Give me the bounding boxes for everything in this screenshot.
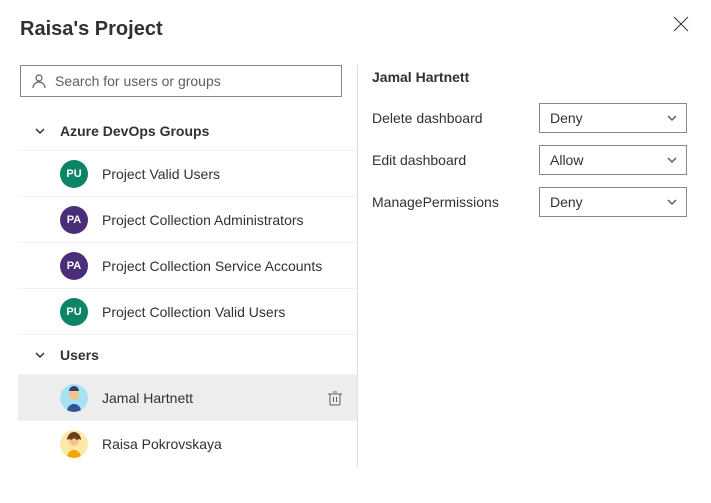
permission-select[interactable]: Allow xyxy=(539,145,687,175)
delete-user-button[interactable] xyxy=(327,390,343,406)
avatar-badge: PA xyxy=(60,252,88,280)
close-icon xyxy=(673,16,689,32)
group-row[interactable]: PA Project Collection Administrators xyxy=(18,197,357,243)
permission-value: Deny xyxy=(550,194,583,210)
avatar xyxy=(60,430,88,458)
user-row[interactable]: Raisa Pokrovskaya xyxy=(18,421,357,467)
avatar xyxy=(60,384,88,412)
chevron-down-icon xyxy=(34,125,46,137)
user-name: Raisa Pokrovskaya xyxy=(102,436,222,452)
section-users[interactable]: Users xyxy=(18,335,357,375)
person-icon xyxy=(31,73,47,89)
group-row[interactable]: PA Project Collection Service Accounts xyxy=(18,243,357,289)
avatar-badge: PU xyxy=(60,298,88,326)
user-name: Jamal Hartnett xyxy=(102,390,193,406)
detail-title: Jamal Hartnett xyxy=(372,69,687,85)
section-groups-label: Azure DevOps Groups xyxy=(60,123,209,139)
left-panel: Azure DevOps Groups PU Project Valid Use… xyxy=(18,65,358,467)
page-title: Raisa's Project xyxy=(18,18,687,41)
section-groups[interactable]: Azure DevOps Groups xyxy=(18,111,357,151)
chevron-down-icon xyxy=(34,349,46,361)
search-box[interactable] xyxy=(20,65,342,97)
avatar-badge: PA xyxy=(60,206,88,234)
trash-icon xyxy=(327,390,343,406)
group-row[interactable]: PU Project Collection Valid Users xyxy=(18,289,357,335)
section-users-label: Users xyxy=(60,347,99,363)
permission-select[interactable]: Deny xyxy=(539,187,687,217)
group-name: Project Valid Users xyxy=(102,166,220,182)
permission-label: ManagePermissions xyxy=(372,194,499,210)
close-button[interactable] xyxy=(671,14,691,34)
user-row[interactable]: Jamal Hartnett xyxy=(18,375,357,421)
permission-row: Delete dashboard Deny xyxy=(370,103,687,133)
avatar-badge: PU xyxy=(60,160,88,188)
permission-label: Edit dashboard xyxy=(372,152,466,168)
permission-label: Delete dashboard xyxy=(372,110,483,126)
group-name: Project Collection Service Accounts xyxy=(102,258,322,274)
group-name: Project Collection Administrators xyxy=(102,212,304,228)
permission-value: Allow xyxy=(550,152,583,168)
permission-row: Edit dashboard Allow xyxy=(370,145,687,175)
chevron-down-icon xyxy=(666,196,678,208)
permission-row: ManagePermissions Deny xyxy=(370,187,687,217)
group-name: Project Collection Valid Users xyxy=(102,304,285,320)
chevron-down-icon xyxy=(666,112,678,124)
permission-value: Deny xyxy=(550,110,583,126)
group-row[interactable]: PU Project Valid Users xyxy=(18,151,357,197)
search-input[interactable] xyxy=(55,73,331,89)
chevron-down-icon xyxy=(666,154,678,166)
permission-select[interactable]: Deny xyxy=(539,103,687,133)
detail-panel: Jamal Hartnett Delete dashboard Deny Edi… xyxy=(370,65,687,467)
